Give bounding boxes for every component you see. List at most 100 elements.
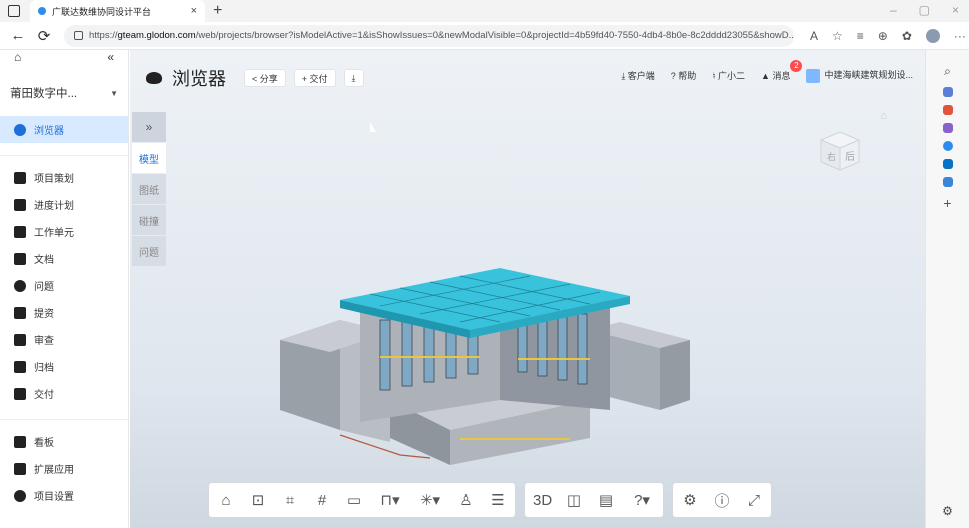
office-icon[interactable] [942, 141, 953, 151]
explode-dropdown-icon[interactable]: ✳▾ [417, 491, 443, 509]
help-dropdown-icon[interactable]: ?▾ [629, 491, 655, 509]
tab-drawing[interactable]: 图纸 [132, 174, 166, 204]
cube-face-back[interactable]: 后 [845, 151, 855, 163]
refresh-icon[interactable]: ⟳ [36, 27, 52, 45]
sidebar-item-label: 文档 [34, 255, 54, 266]
settings-gear-icon[interactable]: ⚙ [681, 491, 699, 509]
back-icon[interactable]: ← [10, 27, 26, 44]
grid-icon[interactable]: # [313, 492, 331, 509]
extension-tag-icon[interactable] [942, 87, 953, 97]
fullscreen-icon[interactable]: ⤢ [745, 492, 763, 509]
help-link[interactable]: ? 帮助 [671, 69, 697, 82]
sidebar-item-submit[interactable]: 提资 [0, 299, 128, 326]
search-icon[interactable]: ⌕ [944, 64, 951, 79]
add-icon[interactable]: + [943, 195, 951, 211]
review-icon [14, 333, 26, 346]
toolbar-group-views: 3D ◫ ▤ ?▾ [524, 482, 664, 518]
browser-tab[interactable]: 广联达数维协同设计平台 × [30, 0, 205, 22]
info-icon[interactable]: ⓘ [713, 490, 731, 511]
sidebar-item-planning[interactable]: 项目策划 [0, 164, 128, 191]
sidebar-item-extensions[interactable]: 扩展应用 [0, 455, 128, 482]
home-icon[interactable]: ⌂ [14, 50, 21, 64]
user-menu[interactable]: 中建海峡建筑规划设... [806, 68, 913, 83]
sidebar-item-label: 审查 [34, 336, 54, 347]
model-viewer[interactable]: 浏览器 < 分享 + 交付 ⤓ ⤓ 客户端 ? 帮助 ♮ 广小二 ▲ 消息 2 … [130, 50, 925, 528]
view-3d-2d-icon[interactable]: 3D [533, 492, 552, 509]
expand-panel-button[interactable]: » [132, 112, 166, 142]
sidebar-item-work-unit[interactable]: 工作单元 [0, 218, 128, 245]
tab-actions-icon[interactable] [8, 5, 20, 17]
maximize-button[interactable]: ▢ [919, 3, 930, 17]
new-tab-button[interactable]: + [213, 2, 222, 20]
walk-person-icon[interactable]: ♙ [457, 491, 475, 509]
extensions-icon[interactable]: ✿ [902, 29, 912, 43]
cube-home-icon[interactable]: ⌂ [880, 110, 887, 122]
sidebar-item-settings[interactable]: 项目设置 [0, 482, 128, 509]
sidebar-item-dashboard[interactable]: 看板 [0, 428, 128, 455]
share-button[interactable]: < 分享 [244, 69, 286, 87]
sidebar-item-review[interactable]: 审查 [0, 326, 128, 353]
measure-dropdown-icon[interactable]: ⊓▾ [377, 491, 403, 509]
properties-list-icon[interactable]: ☰ [489, 491, 507, 509]
sidebar-item-schedule[interactable]: 进度计划 [0, 191, 128, 218]
sidebar-item-deliver[interactable]: 交付 [0, 380, 128, 407]
games-icon[interactable] [942, 123, 953, 133]
sidebar-item-issues[interactable]: 问题 [0, 272, 128, 299]
profile-avatar[interactable] [925, 28, 940, 43]
cube-face-right[interactable]: 右 [827, 151, 836, 163]
camera-icon[interactable]: ◫ [565, 491, 583, 509]
project-name: 莆田数字中... [10, 88, 78, 100]
tab-model[interactable]: 模型 [132, 143, 166, 173]
outlook-icon[interactable] [942, 159, 953, 169]
close-window-button[interactable]: × [952, 3, 959, 17]
building-model[interactable] [280, 260, 700, 470]
sidebar-item-label: 工作单元 [34, 228, 74, 239]
assistant-link[interactable]: ♮ 广小二 [712, 69, 745, 82]
download-button[interactable]: ⤓ [343, 69, 364, 87]
view-cube[interactable]: 右 后 [813, 120, 867, 174]
settings-icon[interactable]: ⚙ [942, 504, 953, 518]
tab-close-icon[interactable]: × [191, 5, 197, 17]
collapse-sidebar-icon[interactable]: « [107, 50, 114, 64]
deliver-button[interactable]: + 交付 [293, 69, 336, 87]
sidebar-item-label: 进度计划 [34, 201, 74, 212]
home-view-icon[interactable]: ⌂ [217, 492, 235, 509]
tab-title: 广联达数维协同设计平台 [52, 6, 152, 17]
url-host: gteam.glodon.com [117, 30, 196, 41]
more-menu-icon[interactable]: ··· [954, 29, 966, 43]
collections-icon[interactable]: ⊕ [878, 29, 888, 43]
tab-clash[interactable]: 碰撞 [132, 205, 166, 235]
lock-icon [74, 31, 83, 40]
axis-grid-icon[interactable]: ⌗ [281, 492, 299, 509]
shopping-icon[interactable] [942, 105, 953, 115]
read-aloud-icon[interactable]: A [810, 29, 818, 43]
archive-icon [14, 360, 26, 373]
project-selector[interactable]: 莆田数字中... ▼ [10, 80, 118, 106]
viewer-side-tabs: » 模型 图纸 碰撞 问题 [132, 112, 166, 267]
question-icon [14, 279, 26, 292]
avatar [806, 68, 821, 83]
sidebar-item-label: 问题 [34, 282, 54, 293]
window-controls: – ▢ × [890, 3, 959, 17]
eye-icon [146, 72, 162, 84]
viewer-header: 浏览器 < 分享 + 交付 ⤓ ⤓ 客户端 ? 帮助 ♮ 广小二 ▲ 消息 2 … [130, 50, 925, 106]
sidebar-item-label: 提资 [34, 309, 54, 320]
sidebar-item-archive[interactable]: 归档 [0, 353, 128, 380]
sidebar-item-documents[interactable]: 文档 [0, 245, 128, 272]
bell-icon: ▲ [761, 70, 773, 81]
zoom-fit-icon[interactable]: ⊡ [249, 491, 267, 509]
minimize-button[interactable]: – [890, 3, 897, 17]
section-box-icon[interactable]: ▭ [345, 491, 363, 509]
messages-link[interactable]: ▲ 消息 2 [761, 59, 803, 82]
client-download-link[interactable]: ⤓ 客户端 [621, 69, 654, 82]
tab-issue[interactable]: 问题 [132, 236, 166, 266]
browser-edge-sidebar: ⌕ + ⚙ [925, 50, 969, 528]
divider [0, 155, 128, 156]
url-field[interactable]: https:// gteam.glodon.com /web/projects/… [64, 24, 794, 47]
browser-tab-bar: 广联达数维协同设计平台 × + – ▢ × [0, 0, 969, 22]
comment-icon[interactable]: ▤ [597, 491, 615, 509]
favorites-list-icon[interactable]: ≡ [857, 29, 864, 43]
sidebar-item-browser[interactable]: 浏览器 [0, 116, 128, 143]
favorite-star-icon[interactable]: ☆ [832, 29, 843, 43]
send-icon[interactable] [942, 177, 953, 187]
